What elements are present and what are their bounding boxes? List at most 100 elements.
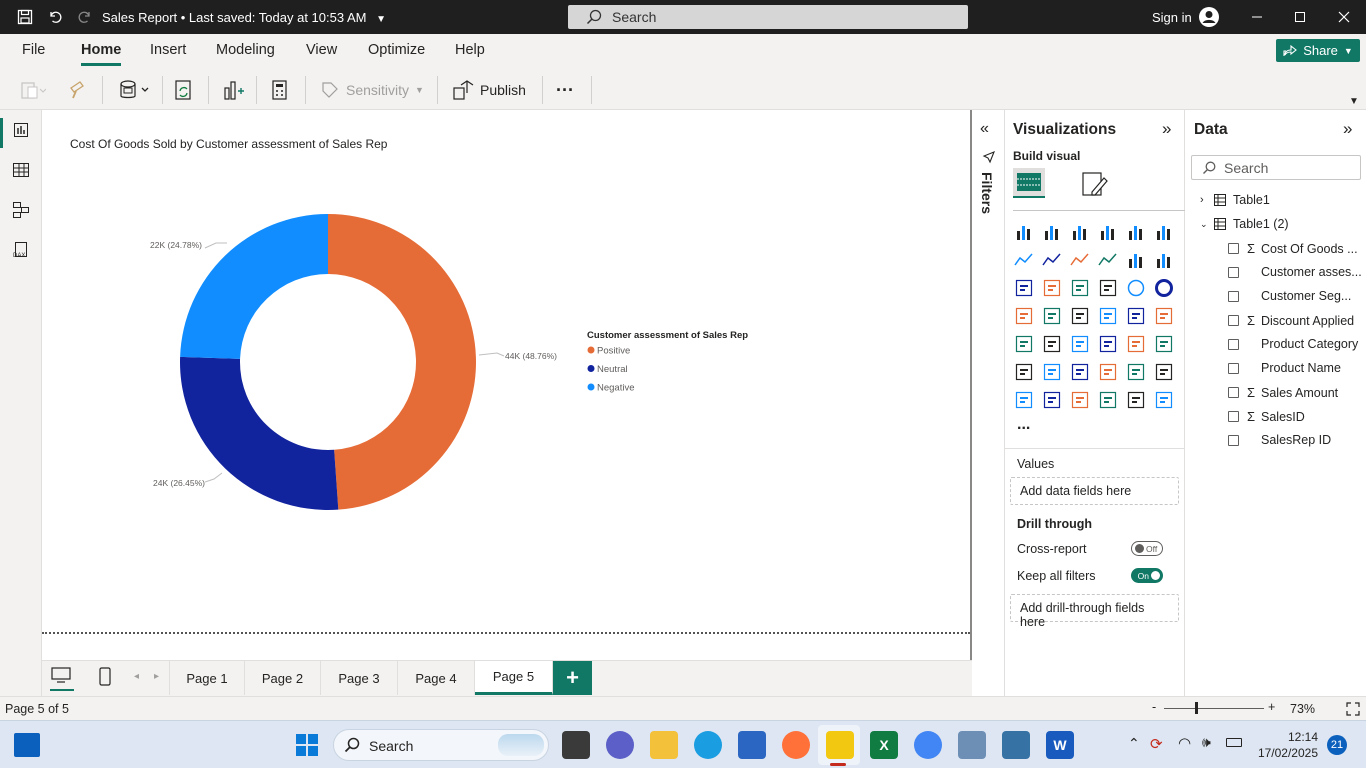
donut-chart-icon[interactable] xyxy=(1153,277,1175,299)
fit-to-page-icon[interactable] xyxy=(1346,702,1360,719)
legend-item[interactable]: Negative xyxy=(597,383,635,394)
format-visual-icon[interactable] xyxy=(1080,170,1108,203)
store-icon[interactable] xyxy=(738,731,766,759)
cross-report-toggle[interactable]: Off xyxy=(1131,541,1163,556)
area-chart-icon[interactable] xyxy=(1041,249,1063,271)
legend-item[interactable]: Positive xyxy=(597,346,630,357)
qa-icon[interactable] xyxy=(1097,361,1119,383)
save-icon[interactable] xyxy=(14,6,36,28)
add-page-button[interactable]: + xyxy=(553,661,592,695)
chevron-down-icon[interactable]: ▼ xyxy=(376,14,386,25)
share-button[interactable]: Share ▼ xyxy=(1276,39,1360,62)
firefox-icon[interactable] xyxy=(782,731,810,759)
keep-filters-toggle[interactable]: On xyxy=(1131,568,1163,583)
slicer-icon[interactable] xyxy=(1069,333,1091,355)
sync-icon[interactable]: ⟳ xyxy=(1150,735,1163,753)
field-item[interactable]: Σ SalesID xyxy=(1228,409,1305,424)
more-visual-icon[interactable] xyxy=(1153,389,1175,411)
model-view-icon[interactable] xyxy=(10,199,32,221)
data-search-input[interactable]: Search xyxy=(1191,155,1361,180)
collapse-right-icon[interactable]: » xyxy=(1343,119,1352,139)
menu-optimize[interactable]: Optimize xyxy=(368,42,425,58)
dax-query-icon[interactable]: DAX xyxy=(10,239,32,261)
new-visual-icon[interactable] xyxy=(222,77,244,103)
table-icon[interactable] xyxy=(1097,333,1119,355)
more-options-button[interactable]: ··· xyxy=(556,77,574,103)
metrics-icon[interactable] xyxy=(1125,389,1147,411)
expand-left-icon[interactable]: « xyxy=(980,120,989,138)
build-visual-tab[interactable] xyxy=(1013,168,1045,198)
narrative-icon[interactable] xyxy=(1125,361,1147,383)
treemap-icon[interactable] xyxy=(1013,305,1035,327)
volume-icon[interactable]: 🕪 xyxy=(1202,734,1211,751)
stacked-area-icon[interactable] xyxy=(1069,249,1091,271)
line-column-icon[interactable] xyxy=(1125,249,1147,271)
widgets-icon[interactable] xyxy=(14,733,40,757)
zoom-level[interactable]: 73% xyxy=(1290,702,1315,716)
funnel-icon[interactable] xyxy=(1069,277,1091,299)
scroll-left-icon[interactable]: ◂ xyxy=(134,671,139,682)
more-visuals-button[interactable]: ... xyxy=(1017,416,1030,434)
table-item[interactable]: ⌄ Table1 (2) xyxy=(1200,217,1289,231)
excel-icon[interactable]: X xyxy=(870,731,898,759)
collapse-right-icon[interactable]: » xyxy=(1162,119,1171,139)
table-view-icon[interactable] xyxy=(10,159,32,181)
menu-file[interactable]: File xyxy=(22,42,45,58)
filters-label[interactable]: Filters xyxy=(979,172,995,214)
field-checkbox[interactable] xyxy=(1228,338,1239,350)
gauge-icon[interactable] xyxy=(1125,305,1147,327)
zoom-slider-thumb[interactable] xyxy=(1195,702,1198,714)
field-checkbox[interactable] xyxy=(1228,434,1239,446)
chrome-icon[interactable] xyxy=(914,731,942,759)
slice-positive[interactable] xyxy=(328,214,477,510)
matrix-icon[interactable] xyxy=(1125,333,1147,355)
clock-time[interactable]: 12:14 xyxy=(1262,730,1318,744)
slice-negative[interactable] xyxy=(180,214,328,359)
report-view-icon[interactable] xyxy=(10,119,32,141)
field-item[interactable]: Customer Seg... xyxy=(1228,289,1351,303)
wifi-icon[interactable]: ◠ xyxy=(1178,734,1191,752)
sensitivity-button[interactable]: Sensitivity ▼ xyxy=(320,77,424,103)
zoom-slider[interactable] xyxy=(1164,708,1264,709)
maximize-icon[interactable] xyxy=(1277,0,1323,34)
clustered-column-icon[interactable] xyxy=(1097,221,1119,243)
ribbon-chart-icon[interactable] xyxy=(1013,277,1035,299)
donut-chart[interactable]: 44K (48.76%) 22K (24.78%) 24K (26.45%) C… xyxy=(42,110,972,610)
paginated-report-icon[interactable] xyxy=(1013,389,1035,411)
chevron-up-icon[interactable]: ⌃ xyxy=(1128,735,1140,752)
task-view-icon[interactable] xyxy=(562,731,590,759)
clustered-bar-icon[interactable] xyxy=(1069,221,1091,243)
word-icon[interactable]: W xyxy=(1046,731,1074,759)
filled-map-icon[interactable] xyxy=(1069,305,1091,327)
field-item[interactable]: Product Name xyxy=(1228,361,1341,375)
key-influencers-icon[interactable] xyxy=(1041,361,1063,383)
ribbon-area-icon[interactable] xyxy=(1097,249,1119,271)
card-new-icon[interactable] xyxy=(1041,389,1063,411)
report-canvas[interactable]: Cost Of Goods Sold by Customer assessmen… xyxy=(42,110,972,660)
stacked-column-icon[interactable] xyxy=(1041,221,1063,243)
field-item[interactable]: Σ Sales Amount xyxy=(1228,385,1338,400)
paste-button[interactable] xyxy=(20,77,46,103)
menu-home[interactable]: Home xyxy=(81,42,122,66)
mobile-layout-icon[interactable] xyxy=(98,667,112,692)
field-item[interactable]: Σ Cost Of Goods ... xyxy=(1228,241,1358,256)
page-tab[interactable]: Page 4 xyxy=(398,661,475,695)
power-bi-icon[interactable] xyxy=(826,731,854,759)
scroll-right-icon[interactable]: ▸ xyxy=(154,671,159,682)
desktop-layout-icon[interactable] xyxy=(50,665,74,691)
field-checkbox[interactable] xyxy=(1228,315,1239,326)
snipping-tool-icon[interactable] xyxy=(958,731,986,759)
python-icon[interactable] xyxy=(1002,731,1030,759)
line-stacked-column-icon[interactable] xyxy=(1153,249,1175,271)
kpi-icon[interactable] xyxy=(1041,333,1063,355)
card-icon[interactable] xyxy=(1153,305,1175,327)
legend-item[interactable]: Neutral xyxy=(597,364,628,375)
python-visual-icon[interactable] xyxy=(1013,361,1035,383)
values-drop-zone[interactable]: Add data fields here xyxy=(1010,477,1179,505)
field-checkbox[interactable] xyxy=(1228,411,1239,422)
menu-modeling[interactable]: Modeling xyxy=(216,42,275,58)
field-item[interactable]: Σ Discount Applied xyxy=(1228,313,1354,328)
pie-chart-icon[interactable] xyxy=(1125,277,1147,299)
clock-date[interactable]: 17/02/2025 xyxy=(1252,746,1318,760)
minimize-icon[interactable] xyxy=(1234,0,1280,34)
